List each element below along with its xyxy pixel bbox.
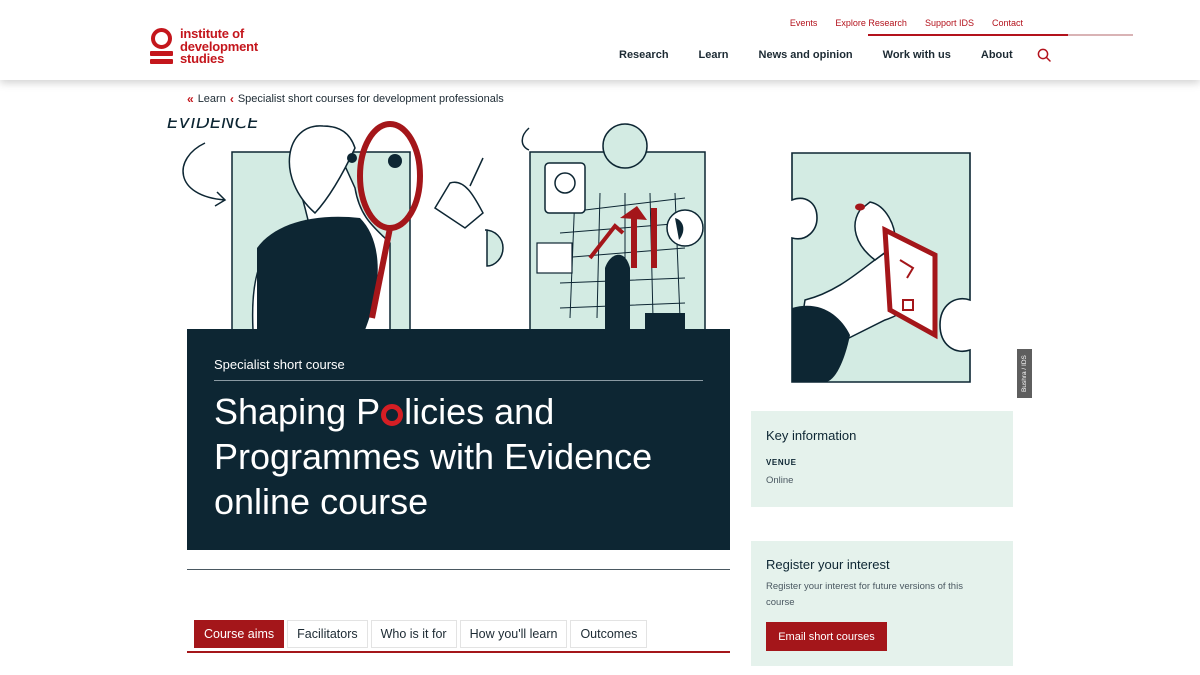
tab-course-aims[interactable]: Course aims xyxy=(194,620,285,648)
double-chevron-left-icon: « xyxy=(187,92,194,106)
ids-logo[interactable]: institute of development studies xyxy=(150,26,258,68)
side-illustration xyxy=(791,152,971,383)
search-icon[interactable] xyxy=(1037,48,1051,62)
utility-nav: Events Explore Research Support IDS Cont… xyxy=(781,18,1032,35)
tab-facilitators[interactable]: Facilitators xyxy=(287,620,368,648)
tabs-underline xyxy=(187,651,730,653)
register-interest-panel: Register your interest Register your int… xyxy=(751,541,1013,666)
register-heading: Register your interest xyxy=(766,557,890,572)
section-divider xyxy=(187,569,730,570)
util-link-events[interactable]: Events xyxy=(781,18,827,35)
chevron-left-icon: ‹ xyxy=(229,92,234,106)
tab-how-youll-learn[interactable]: How you'll learn xyxy=(459,620,568,648)
register-text: Register your interest for future versio… xyxy=(766,581,963,608)
key-info-heading: Key information xyxy=(766,428,857,443)
tab-outcomes[interactable]: Outcomes xyxy=(570,620,648,648)
red-o-accent-icon xyxy=(381,404,404,426)
hero-card: Specialist short course Shaping Plicies … xyxy=(187,329,730,550)
venue-value: Online xyxy=(766,475,794,486)
util-link-support-ids[interactable]: Support IDS xyxy=(916,18,983,35)
course-tabs: Course aims Facilitators Who is it for H… xyxy=(194,620,648,648)
page-title-start: Shaping P xyxy=(214,391,381,432)
key-information-panel: Key information VENUE Online xyxy=(751,411,1013,507)
nav-news-and-opinion[interactable]: News and opinion xyxy=(759,49,853,61)
util-link-explore-research[interactable]: Explore Research xyxy=(826,18,916,35)
nav-work-with-us[interactable]: Work with us xyxy=(883,49,951,61)
email-short-courses-button[interactable]: Email short courses xyxy=(766,622,887,651)
utility-underline xyxy=(868,34,1200,36)
image-credit: Bushra / IDS xyxy=(1017,349,1032,398)
page-title: Shaping Plicies and Programmes with Evid… xyxy=(214,389,704,524)
venue-label: VENUE xyxy=(766,458,797,467)
nav-learn[interactable]: Learn xyxy=(699,49,729,61)
nav-research[interactable]: Research xyxy=(619,49,669,61)
breadcrumb-learn[interactable]: Learn xyxy=(198,93,226,105)
main-nav: Research Learn News and opinion Work wit… xyxy=(619,49,1043,61)
util-link-contact[interactable]: Contact xyxy=(983,18,1032,35)
site-header: institute of development studies Events … xyxy=(0,0,1200,80)
breadcrumb: « Learn ‹ Specialist short courses for d… xyxy=(187,92,504,106)
hero-rule xyxy=(214,380,703,381)
logo-wordmark: institute of development studies xyxy=(180,26,258,66)
hero-kicker: Specialist short course xyxy=(214,357,345,372)
hero-illustration: EVIDENCE xyxy=(167,118,706,330)
ids-logo-icon xyxy=(150,28,174,68)
breadcrumb-short-courses[interactable]: Specialist short courses for development… xyxy=(238,93,504,105)
evidence-art-text: EVIDENCE xyxy=(167,118,259,133)
nav-about[interactable]: About xyxy=(981,49,1013,61)
tab-who-is-it-for[interactable]: Who is it for xyxy=(370,620,457,648)
